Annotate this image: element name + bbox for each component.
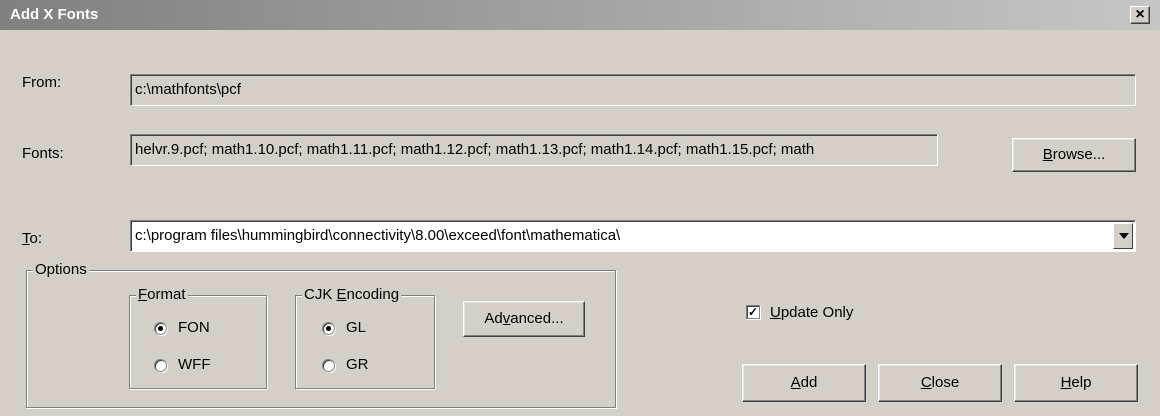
- update-only-key: U: [770, 304, 781, 321]
- to-label: To:: [22, 230, 42, 247]
- advanced-label-pre: Ad: [484, 310, 503, 327]
- cjk-legend-post: ncoding: [346, 286, 400, 303]
- radio-selected-icon[interactable]: [322, 322, 335, 335]
- cjk-gl-label: GL: [346, 319, 367, 336]
- dropdown-arrow-icon[interactable]: [1113, 223, 1133, 249]
- close-label-key: C: [920, 374, 932, 391]
- browse-label-post: rowse...: [1052, 146, 1106, 163]
- from-value: c:\mathfonts\pcf: [135, 81, 241, 98]
- to-dropdown[interactable]: c:\program files\hummingbird\connectivit…: [130, 220, 1136, 252]
- format-legend-key: F: [138, 286, 148, 303]
- fonts-value: helvr.9.pcf; math1.10.pcf; math1.11.pcf;…: [135, 141, 815, 158]
- browse-button[interactable]: Browse...: [1012, 138, 1136, 172]
- add-button[interactable]: Add: [742, 364, 866, 402]
- radio-unselected-icon[interactable]: [322, 359, 335, 372]
- add-label-key: A: [790, 374, 801, 391]
- advanced-button[interactable]: Advanced...: [463, 301, 585, 337]
- cjk-encoding-legend: CJK Encoding: [302, 286, 402, 304]
- update-only-label: Update Only: [770, 304, 853, 321]
- format-fon-label: FON: [178, 319, 210, 336]
- from-field: c:\mathfonts\pcf: [130, 74, 1136, 106]
- add-label-post: dd: [800, 374, 818, 391]
- from-label: From:: [22, 74, 62, 91]
- help-label-post: elp: [1071, 374, 1092, 391]
- title-bar: Add X Fonts ×: [0, 0, 1160, 30]
- format-legend: Format: [136, 286, 188, 304]
- fonts-field: helvr.9.pcf; math1.10.pcf; math1.11.pcf;…: [130, 134, 938, 166]
- update-only-post: pdate Only: [780, 304, 854, 321]
- cjk-legend-key: E: [336, 286, 347, 303]
- browse-label-key: B: [1042, 146, 1053, 163]
- cjk-gr-label: GR: [346, 356, 369, 373]
- help-button[interactable]: Help: [1014, 364, 1138, 402]
- options-legend: Options: [33, 261, 89, 279]
- window-title: Add X Fonts: [10, 6, 99, 23]
- help-label-key: H: [1060, 374, 1072, 391]
- options-group: Options Format FON WFF CJK Encoding GL G…: [26, 261, 616, 408]
- close-button[interactable]: Close: [878, 364, 1002, 402]
- to-value: c:\program files\hummingbird\connectivit…: [135, 227, 621, 244]
- advanced-label-post: anced...: [510, 310, 564, 327]
- to-label-post: o:: [29, 230, 43, 247]
- format-wff-label: WFF: [178, 356, 211, 373]
- close-icon: ×: [1135, 6, 1145, 23]
- close-window-button[interactable]: ×: [1130, 6, 1150, 24]
- fonts-label: Fonts:: [22, 145, 64, 162]
- checkmark-icon[interactable]: ✓: [746, 305, 760, 319]
- update-only-checkbox[interactable]: ✓ Update Only: [746, 304, 886, 324]
- radio-selected-icon[interactable]: [154, 322, 167, 335]
- format-legend-post: ormat: [147, 286, 186, 303]
- format-group: Format FON WFF: [129, 286, 267, 389]
- to-label-key: T: [22, 230, 30, 247]
- close-label-post: lose: [931, 374, 960, 391]
- radio-unselected-icon[interactable]: [154, 359, 167, 372]
- cjk-encoding-group: CJK Encoding GL GR: [295, 286, 435, 389]
- cjk-legend-pre: CJK: [304, 286, 337, 303]
